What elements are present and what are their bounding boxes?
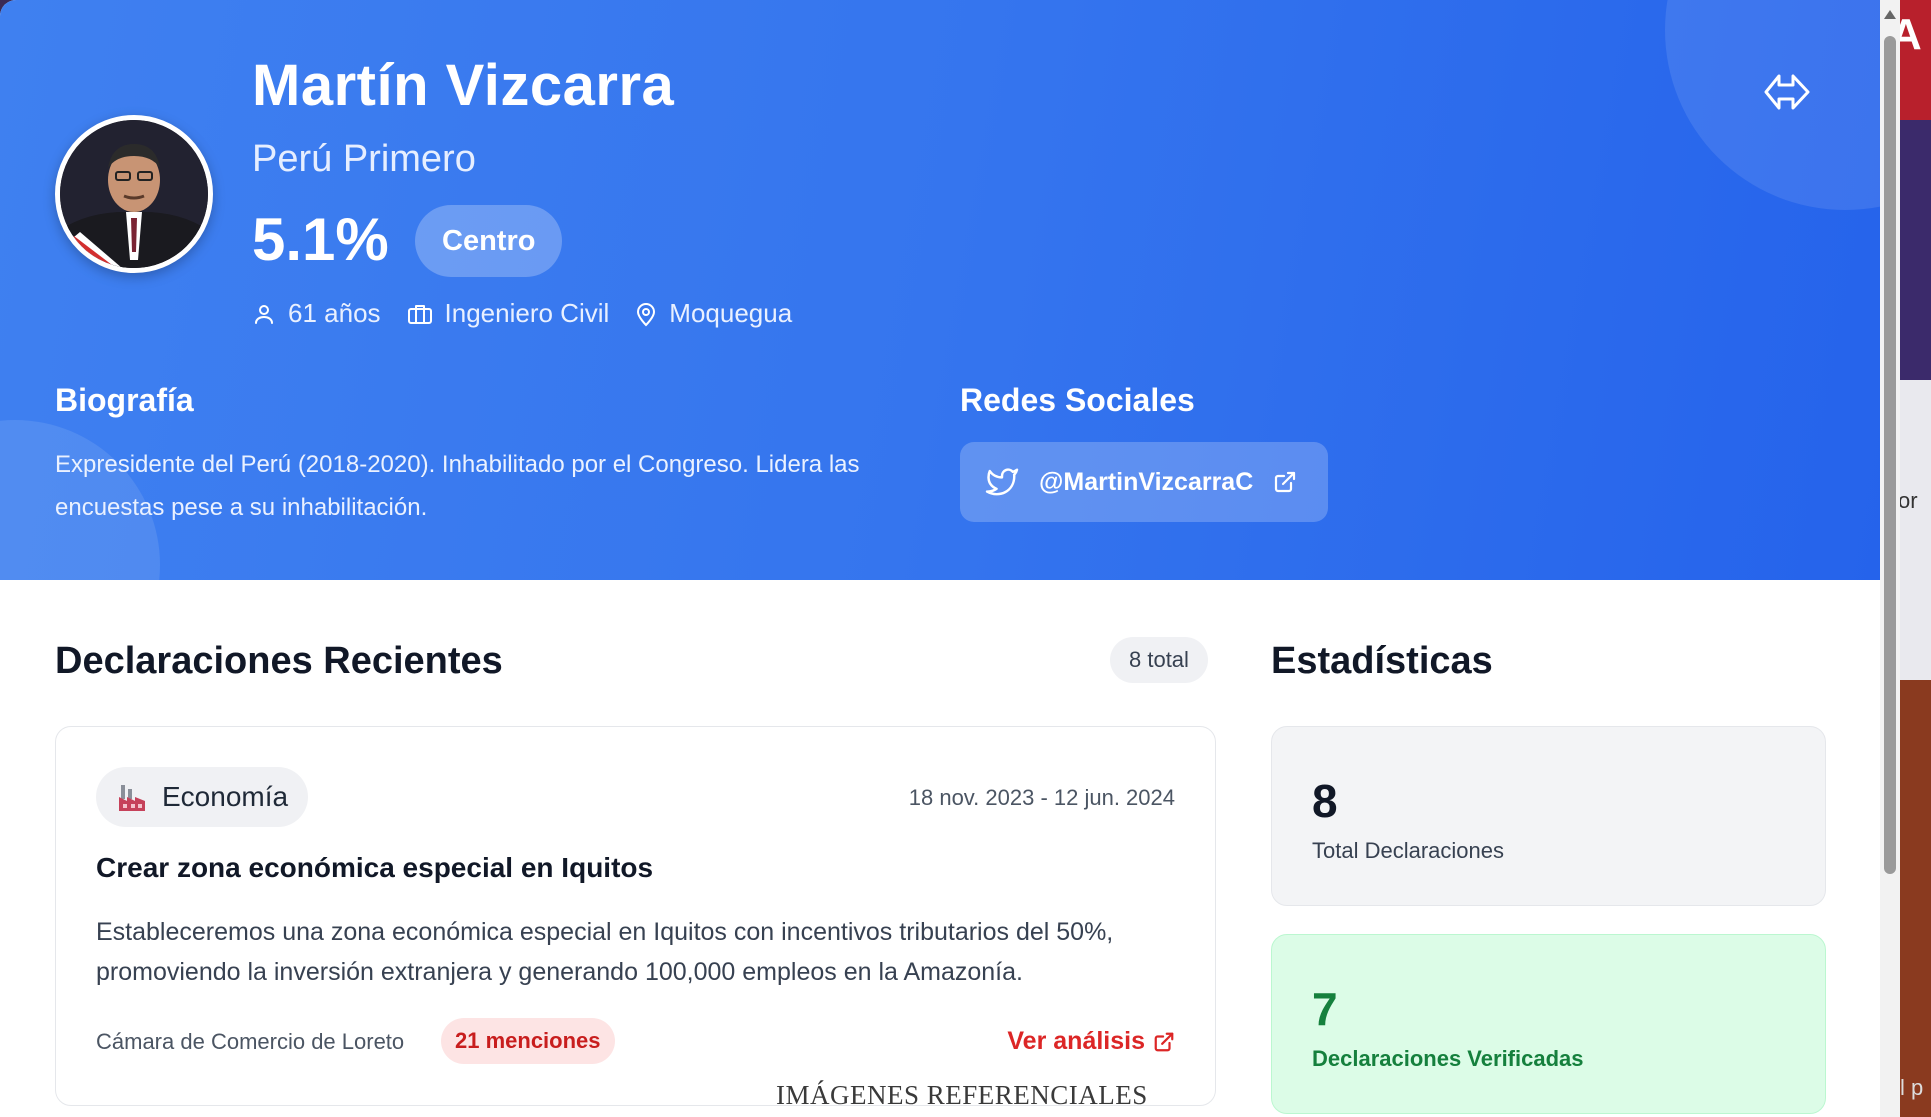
social-title: Redes Sociales [960,382,1195,418]
location-pin-icon [637,302,656,326]
candidate-header: Martín Vizcarra Perú Primero 5.1% Centro… [0,0,1880,580]
stats-title: Estadísticas [1271,640,1493,682]
twitter-handle: @MartinVizcarraC [1039,467,1254,496]
view-analysis-link[interactable]: Ver análisis [1007,1027,1175,1056]
declaration-card[interactable]: Economía 18 nov. 2023 - 12 jun. 2024 Cre… [55,726,1216,1106]
share-button[interactable] [1762,70,1812,114]
ideology-badge: Centro [415,205,563,277]
candidate-name: Martín Vizcarra [252,53,675,118]
category-label: Economía [162,781,289,812]
declaration-description: Estableceremos una zona económica especi… [96,918,1114,986]
stat-value: 8 [1312,775,1338,827]
scroll-thumb[interactable] [1884,36,1896,874]
modal-scrollbar[interactable] [1880,0,1900,1117]
candidate-modal: Martín Vizcarra Perú Primero 5.1% Centro… [0,0,1880,1117]
twitter-icon [985,468,1019,496]
declarations-total-badge: 8 total [1110,637,1208,683]
user-icon [255,304,273,324]
biography-title: Biografía [55,382,194,418]
biography-text: Expresidente del Perú (2018-2020). Inhab… [55,451,860,521]
stat-label: Total Declaraciones [1312,838,1504,863]
stat-value: 7 [1312,983,1338,1035]
candidate-party: Perú Primero [252,138,476,180]
stat-card-total: 8 Total Declaraciones [1271,726,1826,906]
declarations-title: Declaraciones Recientes [55,640,503,682]
category-badge: Economía [96,767,309,827]
candidate-percent: 5.1% [252,206,389,273]
briefcase-icon [407,304,432,324]
stat-label: Declaraciones Verificadas [1312,1046,1584,1071]
external-link-icon [1154,1032,1174,1051]
meta-profession: Ingeniero Civil [407,298,610,329]
mentions-badge: 21 menciones [441,1018,615,1064]
watermark-text: IMÁGENES REFERENCIALES [776,1080,1148,1110]
twitter-link[interactable]: @MartinVizcarraC [960,442,1328,522]
factory-icon [116,781,148,813]
declaration-title: Crear zona económica especial en Iquitos [96,852,654,883]
candidate-avatar [55,115,213,273]
meta-profession-label: Ingeniero Civil [444,298,610,328]
meta-region-label: Moquegua [669,298,793,328]
scroll-up-arrow[interactable] [1884,10,1896,19]
share-arrow-icon [1764,74,1810,110]
view-analysis-label: Ver análisis [1007,1027,1145,1055]
external-link-icon [1275,471,1296,493]
declaration-date: 18 nov. 2023 - 12 jun. 2024 [908,785,1175,810]
stat-card-verified: 7 Declaraciones Verificadas [1271,934,1826,1114]
meta-age-label: 61 años [288,298,381,328]
declaration-source: Cámara de Comercio de Loreto [96,1029,405,1054]
meta-age: 61 años [252,298,381,329]
candidate-meta: 61 años Ingeniero Civil Moquegua [252,298,818,329]
meta-region: Moquegua [635,298,792,329]
